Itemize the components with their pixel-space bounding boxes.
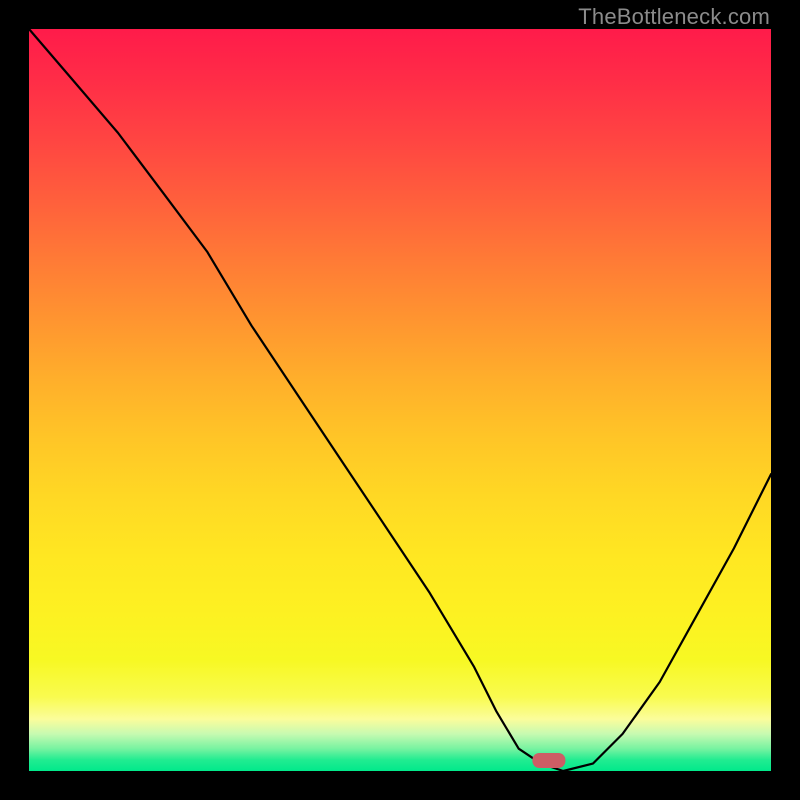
plot-area: [29, 29, 771, 771]
watermark-text: TheBottleneck.com: [578, 4, 770, 30]
chart-frame: TheBottleneck.com: [0, 0, 800, 800]
curve-layer: [29, 29, 771, 771]
optimal-point-marker: [532, 753, 565, 768]
bottleneck-curve: [29, 29, 771, 771]
